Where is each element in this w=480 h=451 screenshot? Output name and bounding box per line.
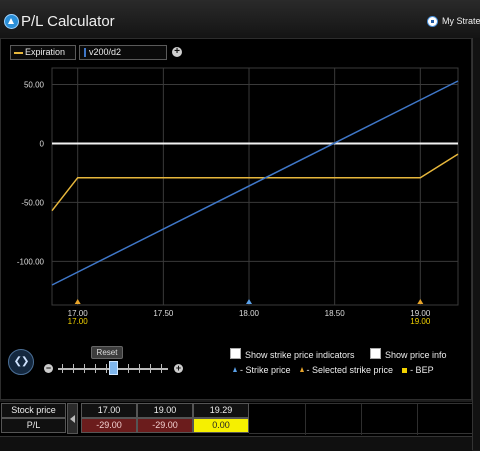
table-price-cell[interactable]: 17.00 — [81, 403, 137, 418]
x-tick-label: 17.50 — [153, 309, 174, 318]
table-pl-cell: -29.00 — [137, 418, 193, 433]
selected-strike-icon — [299, 367, 304, 372]
zoom-slider-thumb[interactable] — [109, 361, 118, 375]
pan-arrows-icon[interactable]: ❮❯ — [8, 349, 34, 375]
strike-price-icon — [233, 367, 237, 372]
show-price-info-label: Show price info — [385, 350, 447, 360]
strike-price-legend: - Strike price — [240, 365, 291, 375]
reset-button[interactable]: Reset — [91, 346, 123, 359]
x-tick-label: 18.50 — [325, 309, 346, 318]
slider-tick — [161, 364, 162, 373]
strike-marker-label: 17.00 — [68, 317, 89, 326]
show-strike-indicators-checkbox[interactable] — [230, 348, 241, 359]
show-strike-indicators-option[interactable]: Show strike price indicators — [230, 348, 355, 360]
indicator-legend: - Strike price - Selected strike price - B… — [233, 365, 434, 375]
table-price-cell[interactable]: 19.29 — [193, 403, 249, 418]
slider-tick — [73, 364, 74, 373]
table-bep-cell: 0.00 — [193, 418, 249, 433]
table-empty-columns — [249, 403, 472, 435]
slider-tick — [95, 364, 96, 373]
zoom-out-icon[interactable]: − — [44, 364, 53, 373]
selected-strike-legend: - Selected strike price — [306, 365, 394, 375]
bep-legend: - BEP — [410, 365, 434, 375]
stock-price-row-header: Stock price — [1, 403, 66, 418]
bep-icon — [402, 368, 408, 373]
slider-tick — [128, 364, 129, 373]
slider-tick — [62, 364, 63, 373]
slider-tick — [150, 364, 151, 373]
y-tick-label: -50.00 — [21, 198, 44, 207]
strike-marker-label: 19.00 — [410, 317, 431, 326]
show-strike-indicators-label: Show strike price indicators — [245, 350, 355, 360]
pl-chart: 50.00 0 -50.00 -100.00 17.00 17.50 18.00 18.50 1… — [17, 67, 459, 326]
show-price-info-option[interactable]: Show price info — [370, 348, 447, 360]
table-scroll-left-button[interactable] — [67, 403, 78, 434]
pl-row-header: P/L — [1, 418, 66, 433]
y-tick-label: 50.00 — [24, 81, 45, 90]
slider-tick — [106, 364, 107, 373]
table-pl-cell: -29.00 — [81, 418, 137, 433]
plot-area — [51, 67, 459, 306]
bottom-toolbar — [0, 436, 472, 451]
y-tick-label: 0 — [40, 139, 45, 148]
slider-tick — [139, 364, 140, 373]
table-price-cell[interactable]: 19.00 — [137, 403, 193, 418]
slider-tick — [84, 364, 85, 373]
x-tick-label: 18.00 — [239, 309, 260, 318]
show-price-info-checkbox[interactable] — [370, 348, 381, 359]
y-tick-label: -100.00 — [17, 257, 45, 266]
zoom-in-icon[interactable]: + — [174, 364, 183, 373]
